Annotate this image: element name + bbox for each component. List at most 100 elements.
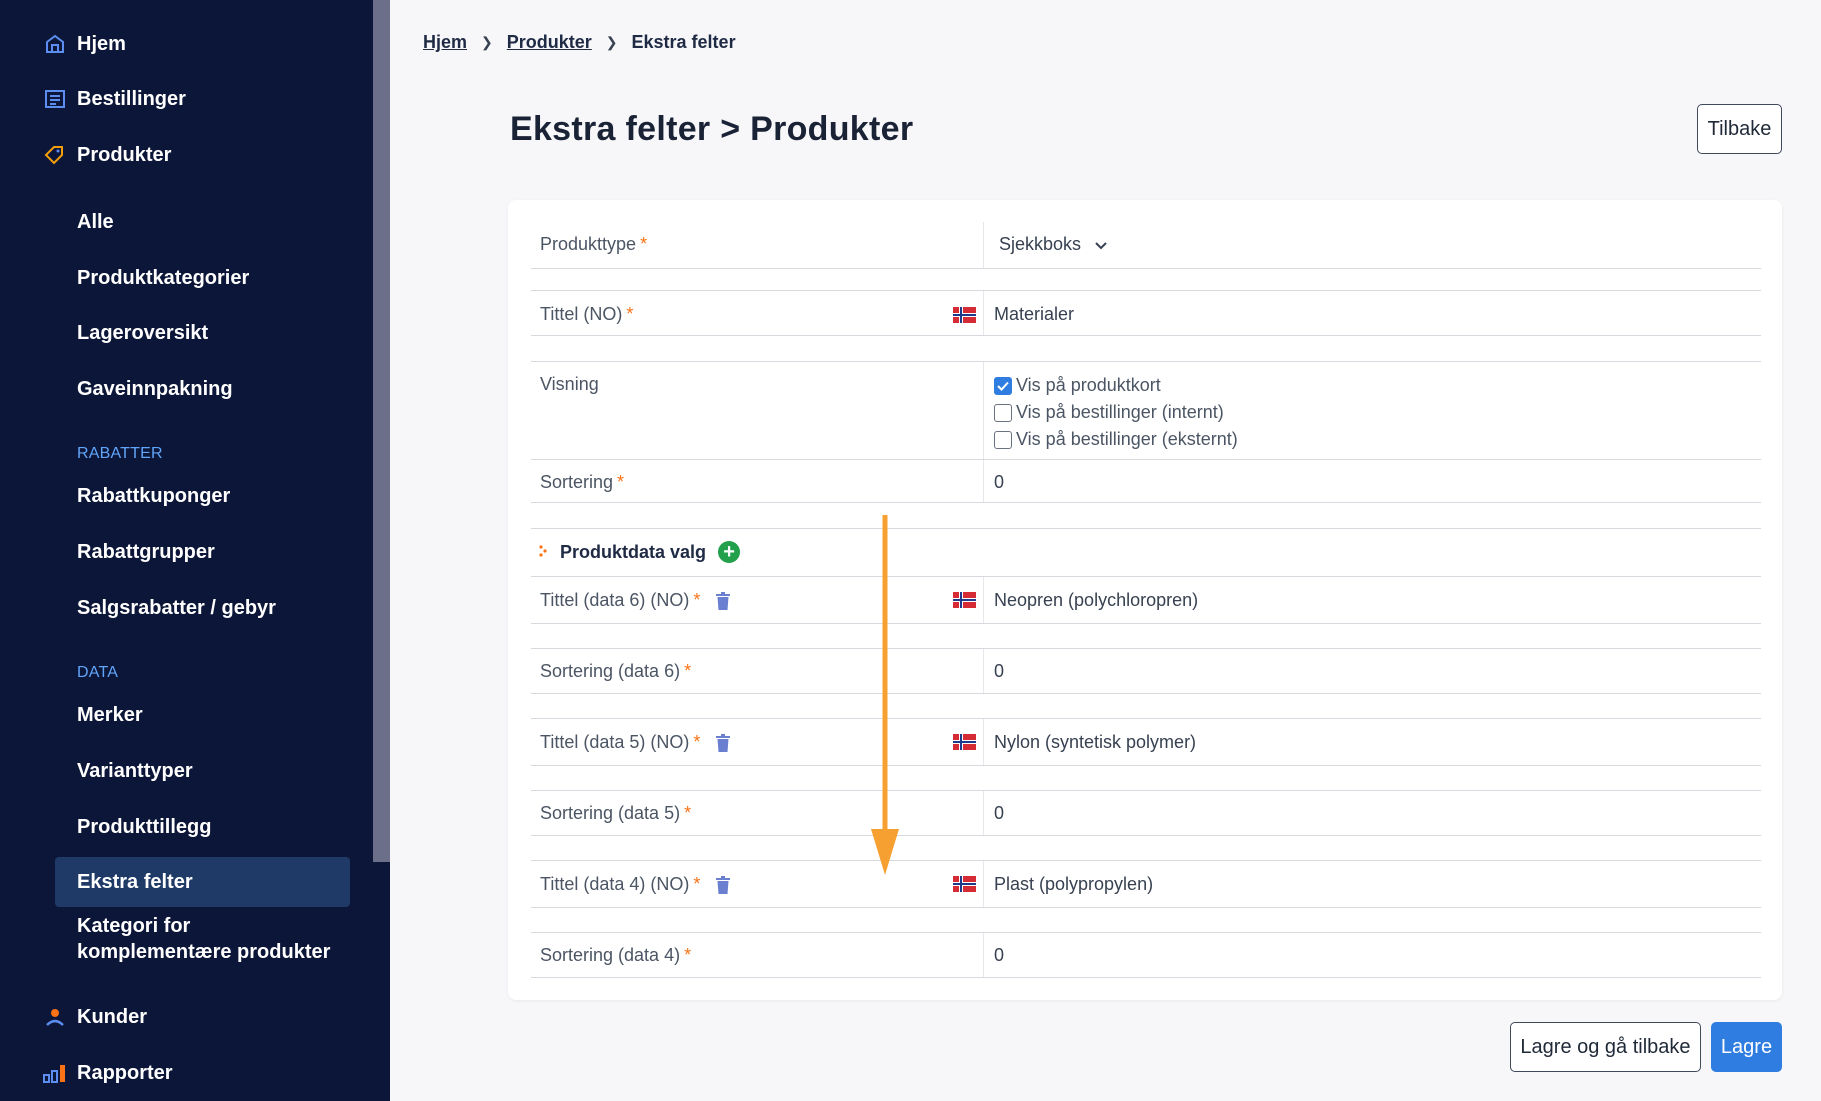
trash-icon[interactable] <box>715 591 731 611</box>
sidebar-item-label: Kategori for komplementære produkter <box>77 913 330 965</box>
field-label-text: Sortering (data 5) <box>540 803 681 823</box>
product-type-select[interactable]: Sjekkboks <box>999 234 1107 255</box>
breadcrumb-produkter[interactable]: Produkter <box>507 32 592 53</box>
form-row-tittel-data-5: Tittel (data 5) (NO) * Nylon (syntetisk p… <box>531 719 1761 765</box>
sidebar-item-label: Rapporter <box>77 1061 173 1084</box>
checkbox-unchecked-icon[interactable] <box>994 403 1012 422</box>
sidebar-item-rabattkuponger[interactable]: Rabattkuponger <box>0 474 373 518</box>
row-divider <box>531 907 1761 908</box>
checkbox-label: Vis på produktkort <box>1016 375 1161 395</box>
sidebar-item-label: Ekstra felter <box>77 870 193 893</box>
norway-flag-icon <box>953 592 976 608</box>
checkbox-vis-bestillinger-internt[interactable]: Vis på bestillinger (internt) <box>994 402 1224 423</box>
sidebar: Hjem Bestillinger Produkter Alle Produkt… <box>0 0 373 1101</box>
product-data-heading-text: Produktdata valg <box>560 541 707 562</box>
sidebar-item-ekstra-felter[interactable]: Ekstra felter <box>55 857 350 907</box>
breadcrumb-current: Ekstra felter <box>631 32 736 52</box>
data-sort-value[interactable]: 0 <box>994 803 1004 824</box>
norway-flag-icon <box>953 307 976 323</box>
tag-icon <box>43 143 67 167</box>
field-label-text: Tittel (data 5) (NO) <box>540 732 690 752</box>
sidebar-item-produkttillegg[interactable]: Produkttillegg <box>0 805 373 849</box>
section-label-rabatter: RABATTER <box>77 445 163 462</box>
sidebar-item-label: Produkttillegg <box>77 815 212 838</box>
save-button[interactable]: Lagre <box>1711 1022 1782 1072</box>
sidebar-scrollbar[interactable] <box>373 0 390 1101</box>
form-row-tittel-data-4: Tittel (data 4) (NO) * Plast (polypropyle… <box>531 861 1761 907</box>
sidebar-item-label: Hjem <box>77 32 126 55</box>
column-divider <box>983 577 984 623</box>
required-marker: * <box>684 803 692 823</box>
sidebar-item-produktkategorier[interactable]: Produktkategorier <box>0 256 373 300</box>
row-divider <box>531 335 1761 336</box>
required-marker: * <box>684 661 692 681</box>
breadcrumb-hjem[interactable]: Hjem <box>423 32 467 53</box>
sidebar-item-varianttyper[interactable]: Varianttyper <box>0 749 373 793</box>
save-and-back-button[interactable]: Lagre og gå tilbake <box>1510 1022 1701 1072</box>
checkbox-vis-bestillinger-eksternt[interactable]: Vis på bestillinger (eksternt) <box>994 429 1238 450</box>
row-divider <box>531 693 1761 694</box>
chevron-down-icon <box>1095 234 1107 255</box>
sidebar-item-alle[interactable]: Alle <box>0 200 373 244</box>
data-title-value[interactable]: Neopren (polychloropren) <box>994 590 1198 611</box>
sidebar-item-lageroversikt[interactable]: Lageroversikt <box>0 311 373 355</box>
form-row-tittel-data-6: Tittel (data 6) (NO) * Neopren (polychlor… <box>531 577 1761 623</box>
sidebar-item-bestillinger[interactable]: Bestillinger <box>0 77 373 121</box>
field-label: Sortering (data 6) * <box>540 661 691 682</box>
field-label: Produkttype * <box>540 234 647 255</box>
field-label-text: Tittel (data 6) (NO) <box>540 590 690 610</box>
sidebar-item-label: Alle <box>77 210 114 233</box>
row-divider <box>531 835 1761 836</box>
field-label-text: Tittel (data 4) (NO) <box>540 874 690 894</box>
data-sort-value[interactable]: 0 <box>994 945 1004 966</box>
sidebar-item-label: Salgsrabatter / gebyr <box>77 596 276 619</box>
field-label: Sortering (data 4) * <box>540 945 691 966</box>
data-title-value[interactable]: Plast (polypropylen) <box>994 874 1153 895</box>
scrollbar-thumb[interactable] <box>373 0 390 862</box>
sidebar-item-hjem[interactable]: Hjem <box>0 22 373 66</box>
sidebar-item-gaveinnpakning[interactable]: Gaveinnpakning <box>0 367 373 411</box>
sidebar-item-kategori-komplementaere[interactable]: Kategori for komplementære produkter <box>0 911 373 967</box>
home-icon <box>43 32 67 56</box>
row-divider <box>531 765 1761 766</box>
sidebar-item-label: Varianttyper <box>77 759 193 782</box>
row-divider <box>531 528 1761 529</box>
sidebar-item-salgsrabatter[interactable]: Salgsrabatter / gebyr <box>0 586 373 630</box>
form-row-sortering: Sortering * 0 <box>531 460 1761 502</box>
drag-handle-icon <box>538 542 548 563</box>
checkbox-unchecked-icon[interactable] <box>994 430 1012 449</box>
field-label-text: Sortering (data 4) <box>540 945 681 965</box>
checkbox-checked-icon[interactable] <box>994 376 1012 395</box>
sidebar-item-label: Rabattkuponger <box>77 484 231 507</box>
norway-flag-icon <box>953 734 976 750</box>
trash-icon[interactable] <box>715 733 731 753</box>
sidebar-item-rabattgrupper[interactable]: Rabattgrupper <box>0 530 373 574</box>
checkbox-vis-produktkort[interactable]: Vis på produktkort <box>994 375 1161 396</box>
required-marker: * <box>693 874 701 894</box>
sidebar-item-rapporter[interactable]: Rapporter <box>0 1051 373 1095</box>
sidebar-item-produkter[interactable]: Produkter <box>0 133 373 177</box>
column-divider <box>983 649 984 693</box>
form-row-visning: Visning Vis på produktkort Vis på bestil… <box>531 362 1761 459</box>
sort-value[interactable]: 0 <box>994 472 1004 493</box>
sidebar-item-label: Rabattgrupper <box>77 540 215 563</box>
column-divider <box>983 719 984 765</box>
title-value[interactable]: Materialer <box>994 304 1074 325</box>
column-divider <box>983 460 984 502</box>
field-label: Sortering * <box>540 472 624 493</box>
product-type-value: Sjekkboks <box>999 234 1082 254</box>
sidebar-item-label: Kunder <box>77 1005 147 1028</box>
chevron-right-icon: ❯ <box>481 34 493 50</box>
form-row-sortering-data-6: Sortering (data 6) * 0 <box>531 649 1761 693</box>
norway-flag-icon <box>953 876 976 892</box>
form-row-produkttype: Produkttype * Sjekkboks <box>531 222 1761 268</box>
data-sort-value[interactable]: 0 <box>994 661 1004 682</box>
column-divider <box>983 291 984 335</box>
trash-icon[interactable] <box>715 875 731 895</box>
sidebar-item-kunder[interactable]: Kunder <box>0 995 373 1039</box>
sidebar-item-merker[interactable]: Merker <box>0 693 373 737</box>
back-button[interactable]: Tilbake <box>1697 104 1782 154</box>
data-title-value[interactable]: Nylon (syntetisk polymer) <box>994 732 1196 753</box>
add-option-icon[interactable]: + <box>718 541 741 563</box>
sidebar-item-label: Produktkategorier <box>77 266 250 289</box>
